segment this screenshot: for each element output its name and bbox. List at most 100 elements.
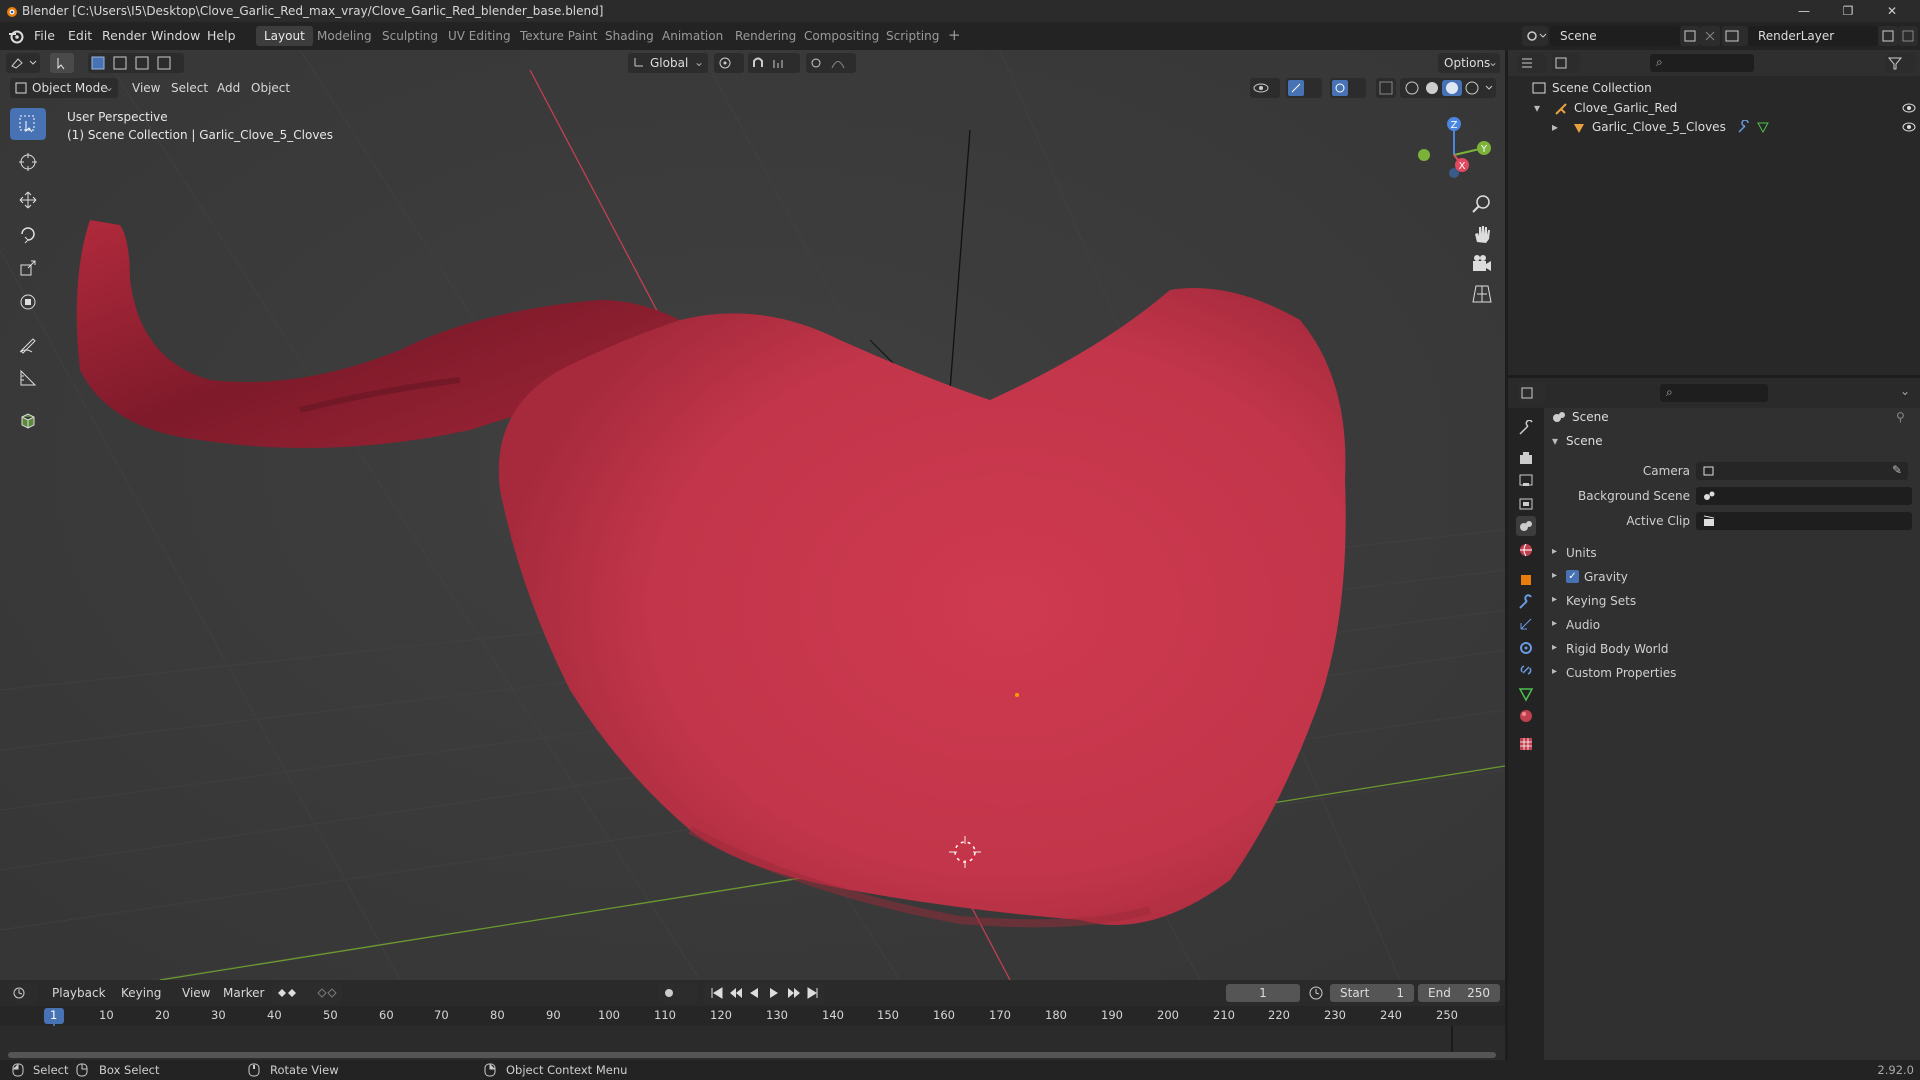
timeline-menu-playback[interactable]: Playback: [52, 986, 106, 1000]
delete-scene-icon[interactable]: [1700, 26, 1720, 46]
selection-operator-icons[interactable]: [88, 53, 184, 73]
custom-properties-section[interactable]: ▸ Custom Properties: [1544, 664, 1920, 684]
renderlayer-icon[interactable]: [1722, 26, 1748, 46]
world-tab-icon[interactable]: [1516, 540, 1536, 560]
tab-texture-paint[interactable]: Texture Paint: [512, 26, 605, 46]
blender-menu-icon[interactable]: [8, 28, 24, 44]
tab-shading[interactable]: Shading: [597, 26, 662, 46]
audio-section[interactable]: ▸ Audio: [1544, 616, 1920, 636]
navigation-gizmo[interactable]: Z Y X: [1408, 110, 1496, 190]
timeline-menu-view[interactable]: View: [182, 986, 210, 1000]
background-scene-field[interactable]: [1696, 487, 1912, 505]
scene-tab-icon[interactable]: [1516, 516, 1536, 536]
new-renderlayer-icon[interactable]: [1878, 26, 1898, 46]
scene-panel-header[interactable]: ▾ Scene: [1544, 430, 1920, 454]
timeline-track-area[interactable]: [0, 1026, 1505, 1060]
viewport-menu-select[interactable]: Select: [171, 81, 208, 95]
perspective-toggle-icon[interactable]: [1470, 282, 1494, 306]
close-button[interactable]: ✕: [1870, 0, 1914, 22]
auto-keying-icon[interactable]: [658, 983, 698, 1003]
outliner-item[interactable]: ▾ Clove_Garlic_Red: [1534, 101, 1916, 119]
viewport-menu-object[interactable]: Object: [251, 81, 290, 95]
minimize-button[interactable]: —: [1782, 0, 1826, 22]
render-tab-icon[interactable]: [1516, 448, 1536, 468]
chevron-down-icon[interactable]: ⌄: [1900, 384, 1910, 398]
camera-field[interactable]: ✎: [1696, 462, 1908, 480]
pivot-point-icon[interactable]: [714, 53, 744, 73]
tab-compositing[interactable]: Compositing: [796, 26, 887, 46]
properties-editor-type-icon[interactable]: [1518, 383, 1546, 403]
viewport-menu-view[interactable]: View: [132, 81, 160, 95]
eye-icon[interactable]: [1902, 120, 1916, 134]
pin-icon[interactable]: ⚲: [1896, 410, 1905, 424]
tab-uv-editing[interactable]: UV Editing: [440, 26, 519, 46]
timeline-menu-keying[interactable]: Keying: [121, 986, 161, 1000]
transform-orientation-dropdown[interactable]: Global ⌄: [628, 53, 708, 73]
annotate-tool[interactable]: [10, 328, 46, 360]
pan-hand-icon[interactable]: [1470, 222, 1494, 246]
expand-chevron-icon[interactable]: ▾: [1534, 101, 1540, 115]
select-mode-icon[interactable]: [50, 53, 74, 73]
modifier-wrench-icon[interactable]: [1736, 120, 1750, 134]
end-frame-field[interactable]: End 250: [1418, 984, 1500, 1002]
playback-controls[interactable]: [704, 983, 824, 1003]
timeline-scrollbar[interactable]: [8, 1052, 1496, 1058]
keying-sets-section[interactable]: ▸ Keying Sets: [1544, 592, 1920, 612]
menu-help[interactable]: Help: [207, 28, 236, 43]
options-dropdown[interactable]: Options ⌄: [1438, 53, 1500, 73]
eyedropper-icon[interactable]: ✎: [1892, 463, 1902, 477]
move-tool[interactable]: [10, 184, 46, 216]
new-scene-icon[interactable]: [1680, 26, 1700, 46]
output-tab-icon[interactable]: [1516, 470, 1536, 490]
outliner-search-input[interactable]: ⌕: [1650, 54, 1754, 72]
gravity-checkbox[interactable]: ✓: [1566, 570, 1579, 583]
tab-scripting[interactable]: Scripting: [878, 26, 947, 46]
select-box-tool[interactable]: [10, 108, 46, 140]
preview-range-clock-icon[interactable]: [1308, 985, 1324, 1001]
transform-tool[interactable]: [10, 286, 46, 318]
overlay-toggle-icon[interactable]: [1330, 78, 1366, 98]
tool-tab-icon[interactable]: [1516, 418, 1536, 438]
tab-layout[interactable]: Layout: [256, 26, 313, 46]
outliner-editor-type-icon[interactable]: [1518, 53, 1546, 73]
data-tab-icon[interactable]: [1516, 684, 1536, 704]
mesh-data-icon[interactable]: [1756, 120, 1770, 134]
gravity-section[interactable]: ▸ ✓ Gravity: [1544, 568, 1920, 588]
rotate-tool[interactable]: [10, 218, 46, 250]
display-mode-icon[interactable]: [1552, 53, 1580, 73]
view-layer-tab-icon[interactable]: [1516, 494, 1536, 514]
scale-tool[interactable]: [10, 252, 46, 284]
menu-render[interactable]: Render: [102, 28, 147, 43]
active-clip-field[interactable]: [1696, 512, 1912, 530]
3d-viewport[interactable]: Global ⌄ Options ⌄ Object Mode ⌄ View Se…: [0, 50, 1505, 980]
texture-tab-icon[interactable]: [1516, 734, 1536, 754]
properties-search-input[interactable]: ⌕: [1660, 384, 1768, 402]
keyframe-buttons[interactable]: [272, 983, 342, 1003]
rigid-body-world-section[interactable]: ▸ Rigid Body World: [1544, 640, 1920, 660]
viewport-menu-add[interactable]: Add: [217, 81, 240, 95]
units-section[interactable]: ▸ Units: [1544, 544, 1920, 564]
scene-selector[interactable]: Scene: [1550, 26, 1680, 46]
xray-toggle-icon[interactable]: [1376, 78, 1396, 98]
gizmo-toggle-icon[interactable]: [1286, 78, 1322, 98]
tab-sculpting[interactable]: Sculpting: [374, 26, 446, 46]
particles-tab-icon[interactable]: [1516, 614, 1536, 634]
eye-icon[interactable]: [1902, 101, 1916, 115]
menu-file[interactable]: File: [34, 28, 55, 43]
zoom-icon[interactable]: [1470, 192, 1494, 216]
visibility-icon[interactable]: [1250, 78, 1280, 98]
cursor-tool[interactable]: [10, 146, 46, 178]
restore-button[interactable]: ❐: [1826, 0, 1870, 22]
menu-edit[interactable]: Edit: [68, 28, 92, 43]
current-frame-field[interactable]: 1: [1226, 984, 1300, 1002]
scene-type-icon[interactable]: [1522, 26, 1548, 46]
tab-modeling[interactable]: Modeling: [309, 26, 380, 46]
proportional-edit-icon[interactable]: [806, 53, 856, 73]
timeline-editor-type-icon[interactable]: [10, 983, 38, 1003]
modifiers-tab-icon[interactable]: [1516, 592, 1536, 612]
physics-tab-icon[interactable]: [1516, 638, 1536, 658]
outliner-item[interactable]: ▸ Garlic_Clove_5_Cloves: [1552, 120, 1916, 138]
measure-tool[interactable]: [10, 362, 46, 394]
filter-icon[interactable]: [1886, 53, 1916, 73]
frame-ruler[interactable]: 1 10 20 30 40 50 60 70 80 90 100 110 120…: [0, 1006, 1505, 1060]
